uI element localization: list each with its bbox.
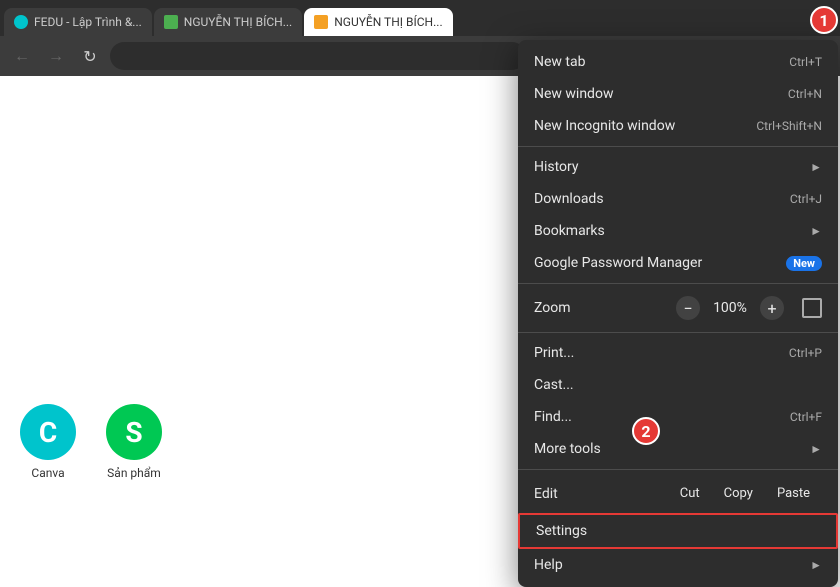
forward-button[interactable]: → [42, 42, 70, 70]
zoom-in-button[interactable]: + [760, 296, 784, 320]
menu-label-new-window: New window [534, 86, 788, 102]
menu-shortcut-new-tab: Ctrl+T [789, 55, 822, 69]
menu-label-more-tools: More tools [534, 441, 802, 457]
canva-icon: C [20, 404, 76, 460]
tab-label-nguyen2: NGUYỄN THỊ BÍCH... [334, 15, 442, 29]
shortcut-sanpham[interactable]: S Sản phẩm [106, 404, 162, 480]
canva-label: Canva [31, 466, 64, 480]
menu-label-find: Find... [534, 409, 790, 425]
divider-1 [518, 146, 838, 147]
tab-fedu[interactable]: FEDU - Lập Trình &... [4, 8, 152, 36]
menu-shortcut-print: Ctrl+P [789, 346, 822, 360]
menu-item-help[interactable]: Help ► [518, 549, 838, 581]
menu-item-bookmarks[interactable]: Bookmarks ► [518, 215, 838, 247]
menu-item-find[interactable]: Find... Ctrl+F [518, 401, 838, 433]
menu-item-more-tools[interactable]: More tools ► [518, 433, 838, 465]
menu-label-settings: Settings [536, 523, 820, 539]
menu-shortcut-new-window: Ctrl+N [788, 87, 822, 101]
menu-item-incognito[interactable]: New Incognito window Ctrl+Shift+N [518, 110, 838, 142]
menu-shortcut-downloads: Ctrl+J [790, 192, 822, 206]
cut-button[interactable]: Cut [668, 482, 712, 505]
menu-label-history: History [534, 159, 802, 175]
divider-2 [518, 283, 838, 284]
reload-button[interactable]: ↻ [76, 42, 104, 70]
tab-nguyen2[interactable]: NGUYỄN THỊ BÍCH... [304, 8, 452, 36]
divider-4 [518, 469, 838, 470]
zoom-value: 100% [710, 300, 750, 316]
menu-item-settings[interactable]: Settings [518, 513, 838, 549]
menu-label-incognito: New Incognito window [534, 118, 756, 134]
menu-item-history[interactable]: History ► [518, 151, 838, 183]
menu-label-new-tab: New tab [534, 54, 789, 70]
shortcut-canva[interactable]: C Canva [20, 404, 76, 480]
menu-label-cast: Cast... [534, 377, 822, 393]
tab-favicon-nguyen2 [314, 15, 328, 29]
edit-label: Edit [534, 486, 668, 502]
history-arrow: ► [810, 160, 822, 174]
zoom-label: Zoom [534, 300, 676, 316]
divider-3 [518, 332, 838, 333]
address-bar[interactable] [110, 42, 526, 70]
context-menu: New tab Ctrl+T New window Ctrl+N New Inc… [518, 40, 838, 587]
menu-shortcut-incognito: Ctrl+Shift+N [756, 119, 822, 133]
tab-label-fedu: FEDU - Lập Trình &... [34, 15, 142, 29]
help-arrow: ► [810, 558, 822, 572]
bookmarks-arrow: ► [810, 224, 822, 238]
tab-bar: FEDU - Lập Trình &... NGUYỄN THỊ BÍCH...… [0, 0, 840, 36]
menu-shortcut-find: Ctrl+F [790, 410, 822, 424]
more-tools-arrow: ► [810, 442, 822, 456]
menu-item-print[interactable]: Print... Ctrl+P [518, 337, 838, 369]
edit-row: Edit Cut Copy Paste [518, 474, 838, 513]
menu-item-new-window[interactable]: New window Ctrl+N [518, 78, 838, 110]
menu-label-print: Print... [534, 345, 789, 361]
menu-label-help: Help [534, 557, 802, 573]
menu-item-new-tab[interactable]: New tab Ctrl+T [518, 46, 838, 78]
annotation-badge-1: 1 [810, 6, 838, 34]
new-badge: New [786, 256, 822, 271]
tab-favicon-fedu [14, 15, 28, 29]
menu-label-downloads: Downloads [534, 191, 790, 207]
zoom-controls: − 100% + [676, 296, 822, 320]
tab-favicon-nguyen1 [164, 15, 178, 29]
fullscreen-button[interactable] [802, 298, 822, 318]
tab-label-nguyen1: NGUYỄN THỊ BÍCH... [184, 15, 292, 29]
paste-button[interactable]: Paste [765, 482, 822, 505]
annotation-badge-2: 2 [632, 417, 660, 445]
menu-item-password-manager[interactable]: Google Password Manager New [518, 247, 838, 279]
tab-nguyen1[interactable]: NGUYỄN THỊ BÍCH... [154, 8, 302, 36]
back-button[interactable]: ← [8, 42, 36, 70]
copy-button[interactable]: Copy [712, 482, 765, 505]
menu-label-bookmarks: Bookmarks [534, 223, 802, 239]
menu-label-password-manager: Google Password Manager [534, 255, 778, 271]
sanpham-label: Sản phẩm [107, 466, 161, 480]
menu-item-downloads[interactable]: Downloads Ctrl+J [518, 183, 838, 215]
zoom-out-button[interactable]: − [676, 296, 700, 320]
zoom-row: Zoom − 100% + [518, 288, 838, 328]
sanpham-icon: S [106, 404, 162, 460]
menu-item-cast[interactable]: Cast... [518, 369, 838, 401]
